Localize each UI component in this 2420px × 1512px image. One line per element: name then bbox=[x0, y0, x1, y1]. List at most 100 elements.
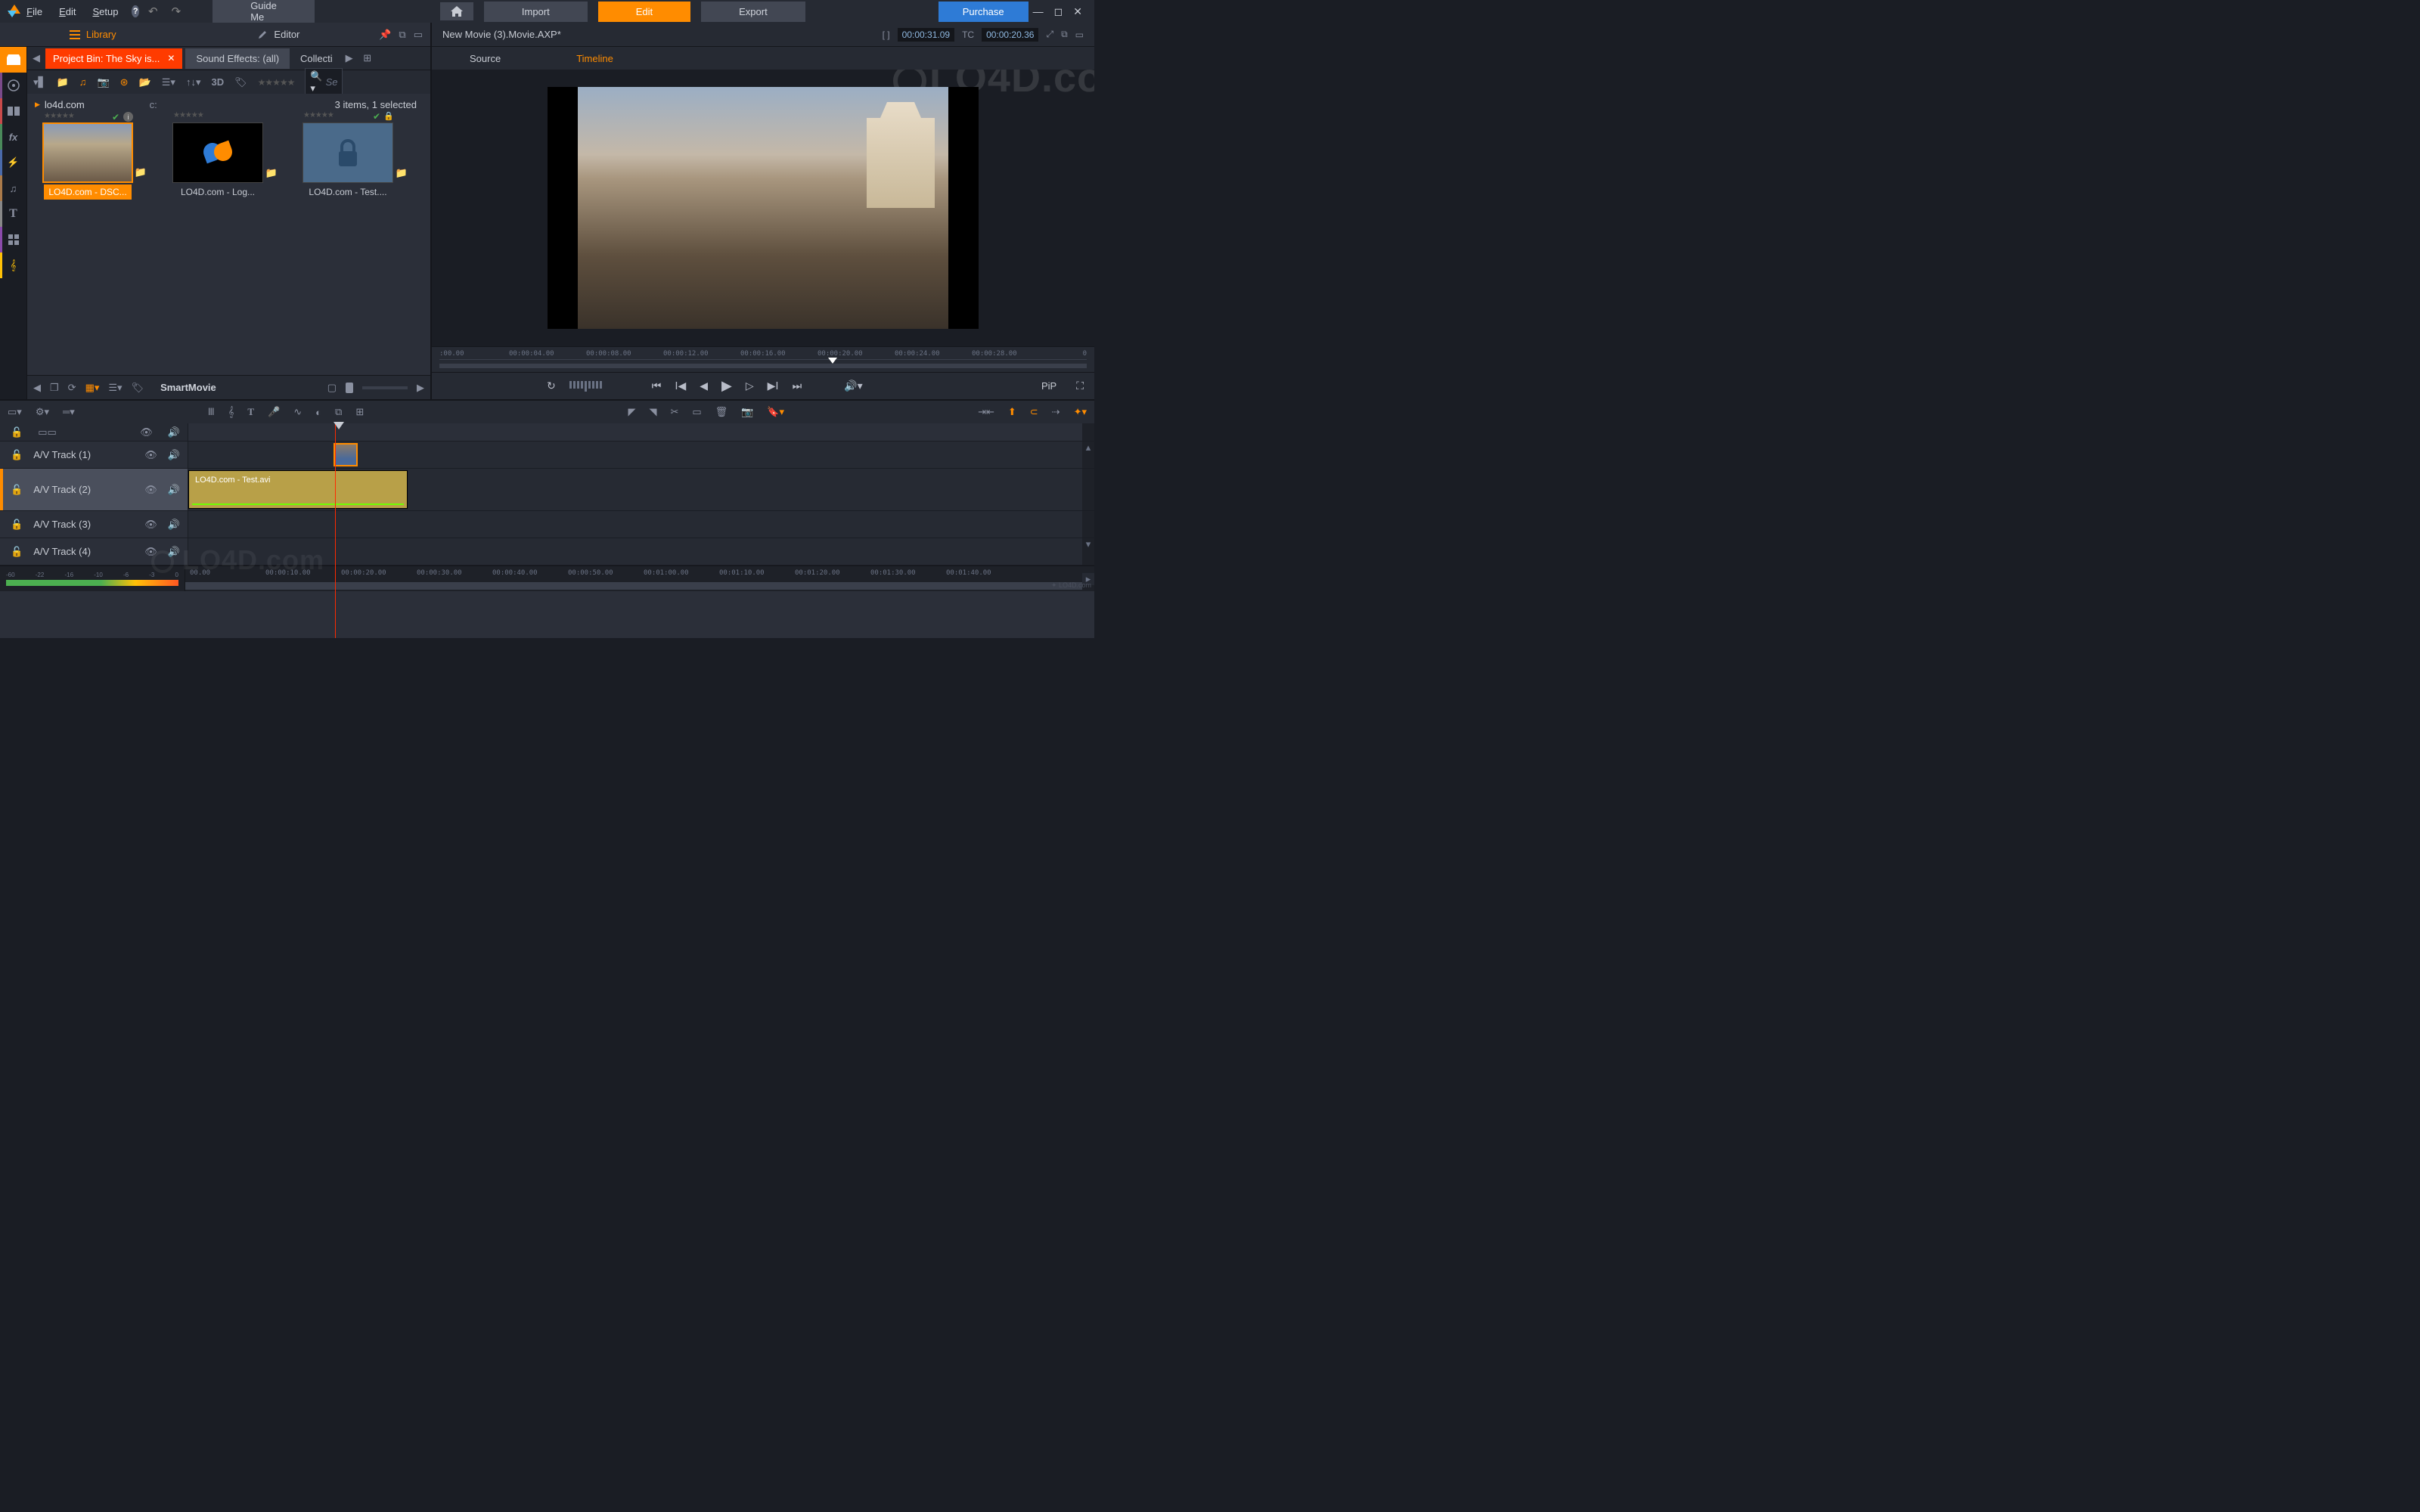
track-name[interactable]: A/V Track (1) bbox=[33, 449, 134, 460]
refresh-icon[interactable]: ⟳ bbox=[68, 382, 76, 394]
snap-icon[interactable]: ⊂ bbox=[1030, 406, 1038, 418]
redo-icon[interactable]: ↷ bbox=[167, 2, 186, 21]
magnet-icon[interactable]: ⬆ bbox=[1008, 406, 1016, 418]
music-filter-icon[interactable]: ♫ bbox=[79, 76, 87, 88]
search-input[interactable]: 🔍▾Se bbox=[305, 68, 343, 97]
help-icon[interactable]: ? bbox=[132, 5, 139, 17]
sidebar-bin-icon[interactable] bbox=[0, 47, 26, 73]
lock-icon[interactable]: 🔓 bbox=[11, 546, 23, 558]
sidebar-media-icon[interactable] bbox=[0, 73, 26, 98]
zoom-slider[interactable] bbox=[346, 383, 353, 393]
nav-prev-icon[interactable]: ◀ bbox=[33, 382, 41, 394]
sidebar-corrections-icon[interactable]: ⚡ bbox=[0, 150, 26, 175]
master-eye-icon[interactable]: 👁 bbox=[140, 426, 153, 438]
trash-icon[interactable]: 🗑 bbox=[715, 406, 728, 418]
settings-icon[interactable]: ⚙▾ bbox=[36, 406, 49, 418]
dual-view-icon[interactable]: ▭ bbox=[1075, 29, 1084, 40]
speaker-icon[interactable]: 🔊 bbox=[168, 449, 180, 461]
folder-icon[interactable]: 📂 bbox=[139, 76, 151, 88]
sort-icon[interactable]: ↑↓▾ bbox=[186, 76, 201, 88]
sidebar-audio-icon[interactable]: ♫ bbox=[0, 175, 26, 201]
razor-icon[interactable]: ✂ bbox=[670, 406, 678, 418]
preview-ruler[interactable]: :00.00 00:00:04.00 00:00:08.00 00:00:12.… bbox=[432, 346, 1094, 372]
project-bin-tab[interactable]: Project Bin: The Sky is...✕ bbox=[45, 48, 182, 69]
tools-icon[interactable]: ✦▾ bbox=[1074, 406, 1087, 418]
import-folder-icon[interactable]: 📁 bbox=[57, 76, 69, 88]
close-tab-icon[interactable]: ✕ bbox=[167, 53, 175, 64]
audio-mixer-icon[interactable]: Ⅲ bbox=[208, 406, 215, 418]
tab-import[interactable]: Import bbox=[484, 2, 588, 22]
marker-icon[interactable]: 🔖▾ bbox=[767, 406, 784, 418]
collections-tab[interactable]: Collecti bbox=[293, 48, 340, 69]
purchase-button[interactable]: Purchase bbox=[939, 2, 1028, 22]
aspect-icon[interactable]: ▢ bbox=[327, 382, 337, 394]
smartmovie-button[interactable]: SmartMovie bbox=[160, 382, 216, 393]
expand-preview-icon[interactable]: ⤢ bbox=[1046, 29, 1053, 40]
master-speaker-icon[interactable]: 🔊 bbox=[168, 426, 180, 438]
speaker-icon[interactable]: 🔊 bbox=[168, 519, 180, 531]
lock-icon[interactable]: 🔓 bbox=[11, 449, 23, 461]
pip-button[interactable]: PiP bbox=[1035, 378, 1063, 394]
tree-toggle-icon[interactable]: ▾▋ bbox=[33, 76, 46, 88]
nav-add-icon[interactable]: ⊞ bbox=[358, 52, 377, 64]
zoom-track[interactable] bbox=[362, 386, 408, 389]
multicam-icon[interactable]: ⊞ bbox=[355, 406, 364, 418]
tag-icon[interactable]: 🏷 bbox=[132, 382, 144, 394]
timeline-clip[interactable]: LO4D.com - Test.avi bbox=[188, 470, 408, 509]
sidebar-transitions-icon[interactable] bbox=[0, 98, 26, 124]
step-back-icon[interactable]: Ⅰ◀ bbox=[675, 380, 686, 392]
scorefitter-icon[interactable]: 𝄞 bbox=[228, 406, 234, 418]
rating-filter[interactable]: ★★★★★ bbox=[258, 77, 295, 88]
video-filter-icon[interactable]: ⊛ bbox=[120, 76, 129, 88]
nav-back-icon[interactable]: ◀ bbox=[27, 52, 45, 64]
display-mode-icon[interactable]: ▭ bbox=[414, 29, 423, 41]
tab-source[interactable]: Source bbox=[432, 48, 538, 69]
voiceover-icon[interactable]: 🎤 bbox=[268, 406, 280, 418]
color-icon[interactable]: ◐ bbox=[315, 407, 321, 418]
volume-icon[interactable]: 🔊▾ bbox=[844, 380, 862, 392]
mark-out-icon[interactable]: ◥ bbox=[649, 406, 656, 418]
goto-end-icon[interactable]: ⏭ bbox=[793, 380, 802, 392]
lock-icon[interactable]: 🔓 bbox=[11, 519, 23, 531]
timeline-clip[interactable] bbox=[334, 443, 358, 466]
snapshot-icon[interactable]: 📷 bbox=[741, 406, 753, 418]
photo-filter-icon[interactable]: 📷 bbox=[97, 76, 109, 88]
fullscreen-icon[interactable]: ⛶ bbox=[1076, 380, 1084, 392]
tab-edit[interactable]: Edit bbox=[598, 2, 690, 22]
zoom-scrollbar[interactable] bbox=[185, 582, 1082, 590]
nav-next-icon[interactable]: ▶ bbox=[417, 382, 424, 394]
tab-library[interactable]: Library bbox=[0, 23, 186, 45]
video-preview[interactable] bbox=[548, 87, 979, 329]
3d-toggle[interactable]: 3D bbox=[211, 76, 224, 88]
scenes-icon[interactable]: ☰▾ bbox=[162, 76, 175, 88]
popout-preview-icon[interactable]: ⧉ bbox=[1061, 29, 1068, 40]
link-icon[interactable]: ⧉ bbox=[335, 406, 342, 418]
thumb-item[interactable]: ★★★★★ ✔ i 📁 LO4D.com - DSC... bbox=[38, 122, 138, 200]
speaker-icon[interactable]: 🔊 bbox=[168, 546, 180, 558]
playhead-handle-icon[interactable] bbox=[334, 422, 344, 429]
track-name[interactable]: A/V Track (3) bbox=[33, 519, 134, 530]
stack-icon[interactable]: ❐ bbox=[50, 382, 59, 394]
scroll-up-icon[interactable]: ▴ bbox=[1082, 442, 1094, 468]
track-name[interactable]: A/V Track (2) bbox=[33, 484, 134, 495]
timeline-ruler[interactable]: 00.00 00:00:10.00 00:00:20.00 00:00:30.0… bbox=[185, 566, 1082, 591]
timecode-position[interactable]: 00:00:20.36 bbox=[982, 28, 1038, 42]
transition-icon[interactable]: ▭ bbox=[692, 406, 701, 418]
goto-start-icon[interactable]: ⏮ bbox=[652, 380, 662, 392]
tab-export[interactable]: Export bbox=[701, 2, 805, 22]
loop-icon[interactable]: ↻ bbox=[547, 380, 556, 392]
ducking-icon[interactable]: ∿ bbox=[293, 406, 302, 418]
track-name[interactable]: A/V Track (4) bbox=[33, 546, 134, 557]
breadcrumb[interactable]: lo4d.com bbox=[45, 99, 85, 110]
tab-timeline[interactable]: Timeline bbox=[538, 48, 651, 69]
display-options-icon[interactable]: ▭▾ bbox=[8, 406, 22, 418]
nav-fwd-icon[interactable]: ▶ bbox=[340, 52, 358, 64]
master-lock-icon[interactable]: 🔓 bbox=[11, 426, 23, 438]
track-height-icon[interactable]: ═▾ bbox=[63, 406, 75, 418]
shuttle-control[interactable] bbox=[569, 381, 602, 392]
sound-effects-tab[interactable]: Sound Effects: (all) bbox=[185, 48, 290, 69]
menu-edit[interactable]: Edit bbox=[53, 3, 82, 20]
sidebar-effects-icon[interactable]: fx bbox=[0, 124, 26, 150]
frame-fwd-icon[interactable]: ▷ bbox=[746, 380, 754, 392]
scroll-down-icon[interactable]: ▾ bbox=[1082, 538, 1094, 565]
